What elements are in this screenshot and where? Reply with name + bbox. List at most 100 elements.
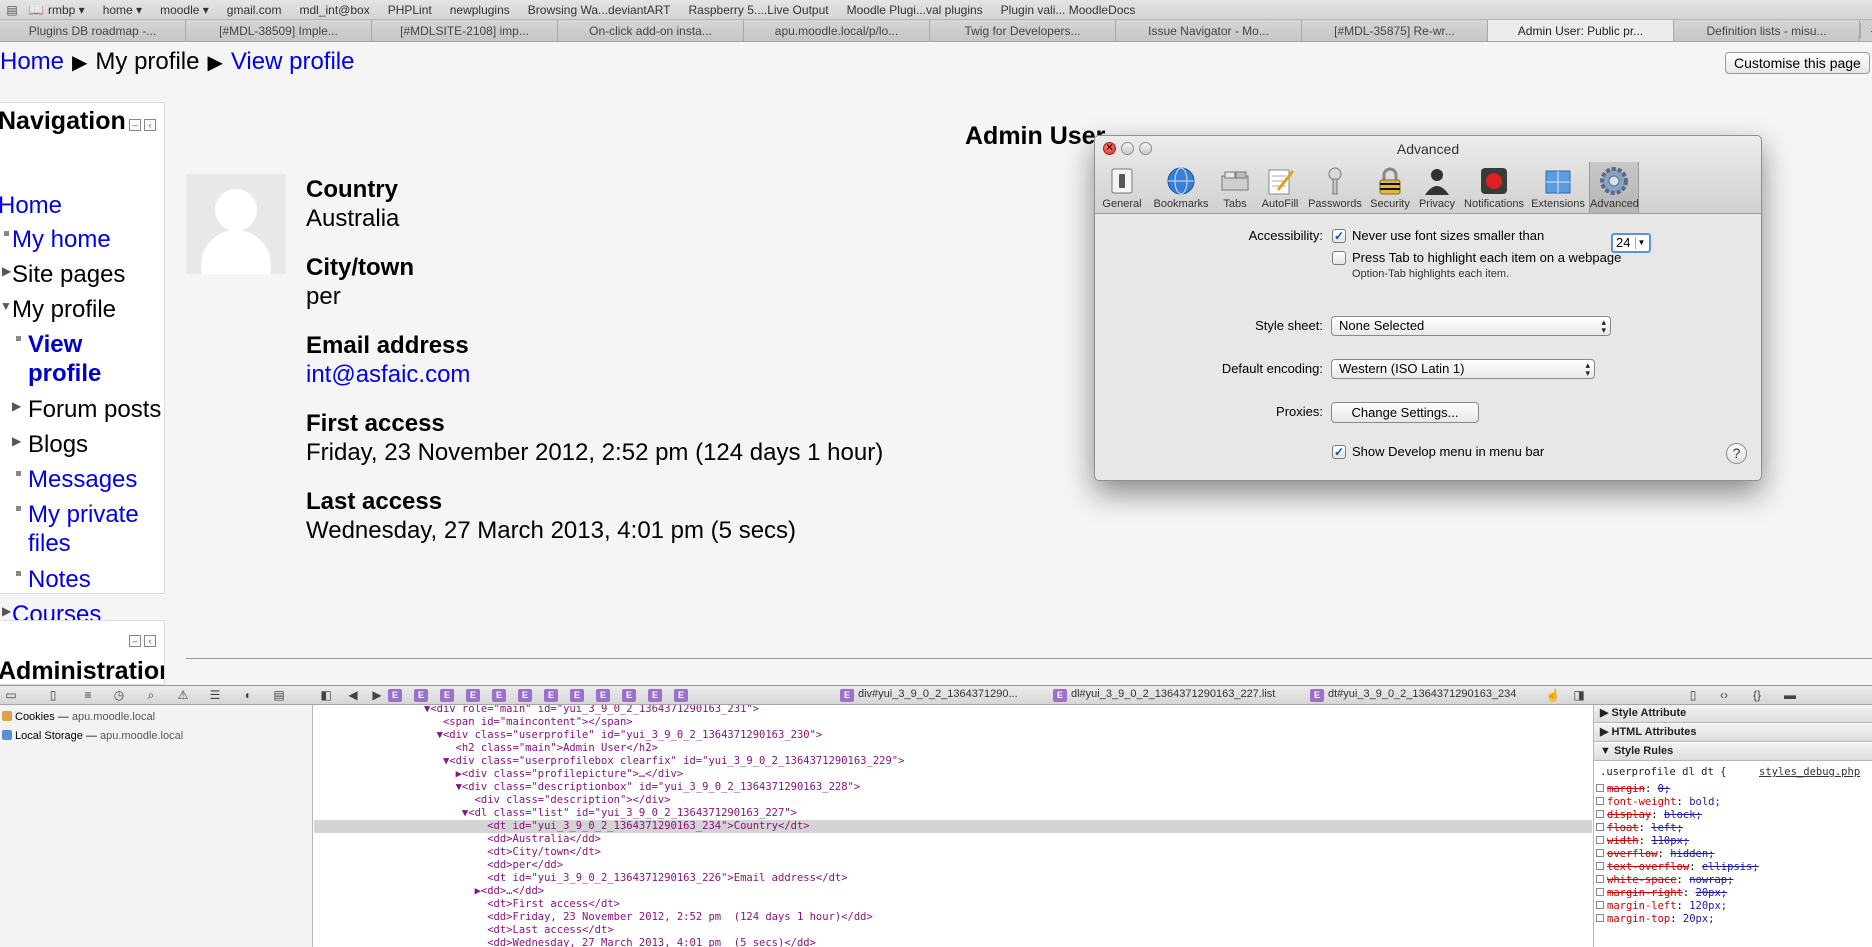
- press-tab-checkbox[interactable]: [1332, 251, 1346, 265]
- ruler-icon[interactable]: ▬: [1782, 688, 1798, 702]
- dom-node-line[interactable]: <span id="maincontent"></span>: [314, 716, 1592, 729]
- browser-tab[interactable]: [#MDLSITE-2108] imp...: [372, 20, 558, 41]
- pref-tab-passwords[interactable]: Passwords: [1305, 162, 1365, 213]
- encoding-select[interactable]: Western (ISO Latin 1) ▴ ▾: [1331, 359, 1595, 379]
- css-property[interactable]: font-weight: bold;: [1596, 796, 1721, 809]
- css-property[interactable]: width: 110px;: [1596, 835, 1689, 848]
- browser-tab[interactable]: Plugins DB roadmap -...: [0, 20, 186, 41]
- dom-node-line[interactable]: <h2 class="main">Admin User</h2>: [314, 742, 1592, 755]
- dom-node-line[interactable]: ▼<div role="main" id="yui_3_9_0_2_136437…: [314, 705, 1592, 716]
- element-crumb-icon[interactable]: E: [544, 689, 558, 702]
- pref-tab-notifications[interactable]: Notifications: [1461, 162, 1527, 213]
- property-toggle-checkbox[interactable]: [1596, 862, 1604, 870]
- nav-item-home[interactable]: Home: [0, 191, 62, 220]
- dom-node-line[interactable]: ▶<dd>…</dd>: [314, 885, 1592, 898]
- sidebar-toggle-icon[interactable]: ◧: [318, 688, 334, 702]
- tag-icon[interactable]: ◖: [239, 688, 255, 702]
- list-icon[interactable]: ☰: [207, 688, 223, 702]
- warning-icon[interactable]: ⚠: [175, 688, 191, 702]
- property-toggle-checkbox[interactable]: [1596, 849, 1604, 857]
- browser-tab[interactable]: [#MDL-35875] Re-wr...: [1302, 20, 1488, 41]
- css-property[interactable]: overflow: hidden;: [1596, 848, 1715, 861]
- dom-node-line[interactable]: <dd>Australia</dd>: [314, 833, 1592, 846]
- element-crumb-icon[interactable]: E: [518, 689, 532, 702]
- css-property[interactable]: margin-left: 120px;: [1596, 900, 1727, 913]
- browser-tab[interactable]: Admin User: Public pr...: [1488, 20, 1674, 41]
- dom-node-line[interactable]: <dd>Friday, 23 November 2012, 2:52 pm (1…: [314, 911, 1592, 924]
- css-property[interactable]: display: block;: [1596, 809, 1702, 822]
- pref-tab-security[interactable]: Security: [1367, 162, 1413, 213]
- dom-node-line[interactable]: <dt>City/town</dt>: [314, 846, 1592, 859]
- field-value-email[interactable]: int@asfaic.com: [306, 361, 470, 389]
- element-crumb-icon[interactable]: E: [622, 689, 636, 702]
- element-crumb-icon[interactable]: E: [492, 689, 506, 702]
- change-settings-button[interactable]: Change Settings...: [1331, 402, 1479, 423]
- nav-item-site-pages[interactable]: Site pages: [12, 260, 125, 289]
- forward-arrow-icon[interactable]: ▶: [369, 688, 385, 702]
- css-property[interactable]: margin-right: 20px;: [1596, 887, 1727, 900]
- bookmarks-menu-icon[interactable]: ▤: [4, 3, 20, 17]
- expand-arrow-icon[interactable]: ▶: [2, 604, 11, 618]
- style-attribute-section[interactable]: ▶ Style Attribute: [1594, 705, 1872, 723]
- dom-node-line[interactable]: <dt id="yui_3_9_0_2_1364371290163_226">E…: [314, 872, 1592, 885]
- bookmark-item[interactable]: gmail.com: [227, 3, 282, 17]
- expand-arrow-icon[interactable]: ▶: [12, 399, 21, 413]
- browser-tab[interactable]: On-click add-on insta...: [558, 20, 744, 41]
- hide-block-icon[interactable]: –: [129, 635, 141, 647]
- browser-tab[interactable]: [#MDL-38509] Imple...: [186, 20, 372, 41]
- back-arrow-icon[interactable]: ◀: [345, 688, 361, 702]
- css-property[interactable]: text-overflow: ellipsis;: [1596, 861, 1759, 874]
- property-toggle-checkbox[interactable]: [1596, 836, 1604, 844]
- nav-item-blogs[interactable]: Blogs: [28, 430, 88, 459]
- css-property[interactable]: margin-top: 20px;: [1596, 913, 1714, 926]
- resources-icon[interactable]: ▯: [45, 688, 61, 702]
- collapse-arrow-icon[interactable]: ▼: [0, 299, 12, 313]
- css-property[interactable]: margin: 0;: [1596, 783, 1670, 796]
- nav-item-private-files[interactable]: My private files: [28, 500, 139, 558]
- dom-node-line[interactable]: <dd>per</dd>: [314, 859, 1592, 872]
- bookmark-item[interactable]: rmbp ▾: [48, 3, 85, 17]
- bookmark-item[interactable]: Plugin vali... MoodleDocs: [1001, 3, 1136, 17]
- nav-item-messages[interactable]: Messages: [28, 465, 137, 494]
- nav-item-view-profile[interactable]: View profile: [28, 330, 101, 388]
- pref-tab-autofill[interactable]: AutoFill: [1257, 162, 1303, 213]
- bookmark-item[interactable]: newplugins: [450, 3, 510, 17]
- console-icon[interactable]: ▤: [271, 688, 287, 702]
- local-storage-item[interactable]: Local Storage — apu.moodle.local: [2, 730, 183, 742]
- property-toggle-checkbox[interactable]: [1596, 797, 1604, 805]
- inspect-pointer-icon[interactable]: ☝: [1545, 688, 1561, 702]
- nav-item-notes[interactable]: Notes: [28, 565, 91, 594]
- property-toggle-checkbox[interactable]: [1596, 810, 1604, 818]
- bookmark-item[interactable]: mdl_int@box: [299, 3, 369, 17]
- browser-tab[interactable]: apu.moodle.local/p/lo...: [744, 20, 930, 41]
- css-source-link[interactable]: styles_debug.php: [1759, 766, 1860, 778]
- property-toggle-checkbox[interactable]: [1596, 784, 1604, 792]
- element-crumb-icon[interactable]: E: [414, 689, 428, 702]
- help-button[interactable]: ?: [1726, 443, 1747, 464]
- property-toggle-checkbox[interactable]: [1596, 914, 1604, 922]
- browser-tab[interactable]: Definition lists - misu...: [1674, 20, 1860, 41]
- style-rules-section[interactable]: ▼ Style Rules: [1594, 743, 1872, 761]
- property-toggle-checkbox[interactable]: [1596, 888, 1604, 896]
- element-crumb-icon[interactable]: E: [440, 689, 454, 702]
- dom-node-line[interactable]: <dt id="yui_3_9_0_2_1364371290163_234">C…: [314, 820, 1592, 833]
- element-crumb-icon[interactable]: E: [570, 689, 584, 702]
- hide-block-icon[interactable]: –: [129, 119, 141, 131]
- cookies-item[interactable]: Cookies — apu.moodle.local: [2, 711, 155, 723]
- breadcrumb-view-profile[interactable]: View profile: [231, 48, 355, 75]
- browser-tab[interactable]: Issue Navigator - Mo...: [1116, 20, 1302, 41]
- braces-icon[interactable]: {}: [1749, 688, 1765, 702]
- bookmark-item[interactable]: home ▾: [103, 3, 142, 17]
- html-attributes-section[interactable]: ▶ HTML Attributes: [1594, 724, 1872, 742]
- property-toggle-checkbox[interactable]: [1596, 875, 1604, 883]
- expand-arrow-icon[interactable]: ▶: [12, 434, 21, 448]
- bookmark-item[interactable]: moodle ▾: [160, 3, 209, 17]
- dock-block-icon[interactable]: ‹: [144, 635, 156, 647]
- element-crumb-icon[interactable]: E: [674, 689, 688, 702]
- dom-node-line[interactable]: <dt>Last access</dt>: [314, 924, 1592, 937]
- css-property[interactable]: float: left;: [1596, 822, 1683, 835]
- dom-crumb-selected[interactable]: dt#yui_3_9_0_2_1364371290163_234: [1328, 688, 1516, 700]
- pref-tab-advanced[interactable]: Advanced: [1589, 162, 1639, 213]
- dock-block-icon[interactable]: ‹: [144, 119, 156, 131]
- pref-tab-general[interactable]: General: [1097, 162, 1147, 213]
